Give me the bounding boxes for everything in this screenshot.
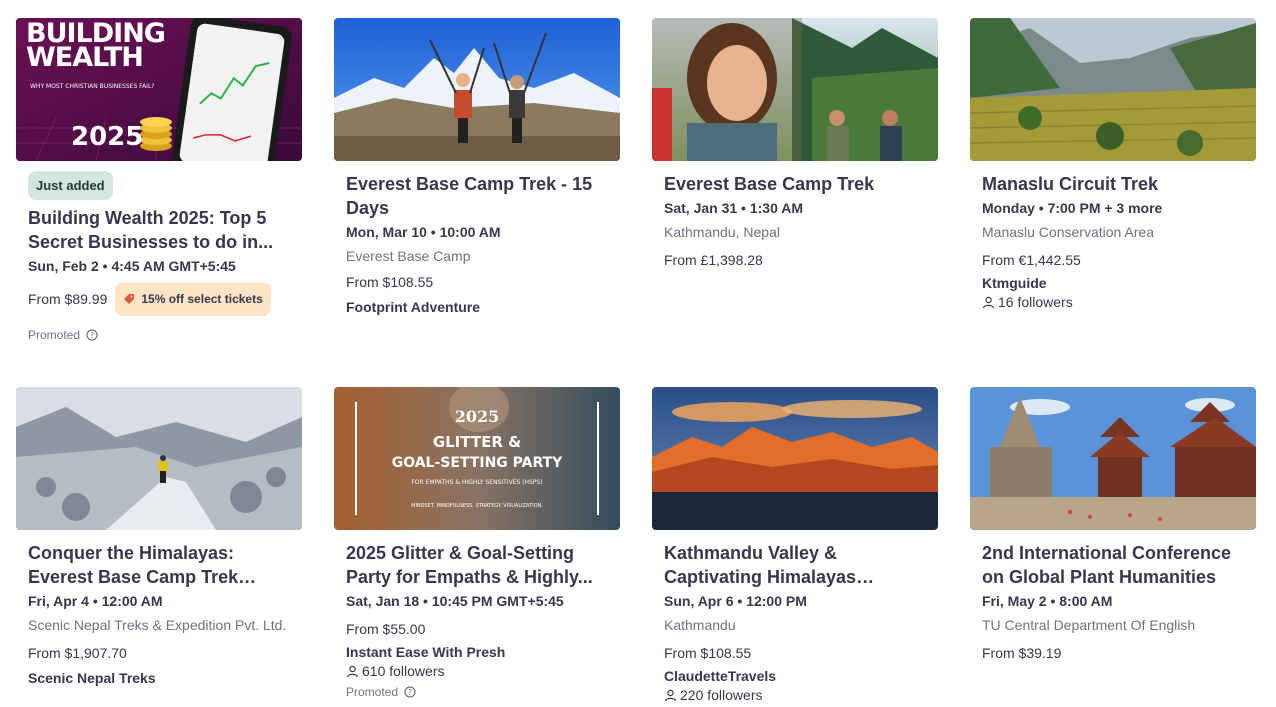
event-location: Manaslu Conservation Area [982, 224, 1154, 240]
event-title[interactable]: Everest Base Camp Trek - 15 Days [346, 172, 608, 220]
event-card[interactable]: 2025 GLITTER & GOAL-SETTING PARTY FOR EM… [334, 387, 620, 699]
image-footer: MINDSET. MINDFULNESS. STRATEGY. VISUALIZ… [411, 503, 543, 509]
event-price: From £1,398.28 [664, 252, 763, 268]
followers-count: 610 followers [362, 663, 445, 679]
person-icon [982, 296, 995, 308]
promoted-label: Promoted ? [28, 328, 290, 342]
event-image[interactable] [16, 387, 302, 530]
trekkers-mountain-photo [334, 18, 620, 161]
event-image[interactable] [652, 387, 938, 530]
himalaya-sunset-photo [652, 387, 938, 530]
promoted-text: Promoted [346, 685, 399, 699]
event-image[interactable]: BUILDING WEALTH WHY MOST CHRISTIAN BUSIN… [16, 18, 302, 161]
discount-tag: 15% off select tickets [115, 282, 271, 316]
event-price: From $108.55 [346, 274, 434, 290]
event-title[interactable]: Everest Base Camp Trek [664, 172, 926, 196]
promoted-label: Promoted ? [346, 685, 608, 699]
tag-icon [124, 294, 135, 304]
info-icon[interactable]: ? [86, 329, 98, 341]
followers-row: 220 followers [664, 685, 926, 705]
event-title[interactable]: Conquer the Himalayas: Everest Base Camp… [28, 541, 290, 589]
image-subtitle: WHY MOST CHRISTIAN BUSINESSES FAIL? [30, 83, 155, 90]
event-image[interactable]: 2025 GLITTER & GOAL-SETTING PARTY FOR EM… [334, 387, 620, 530]
image-year: 2025 [71, 122, 144, 152]
image-year: 2025 [454, 407, 500, 426]
event-date: Fri, May 2 • 8:00 AM [982, 593, 1113, 609]
event-card[interactable]: BUILDING WEALTH WHY MOST CHRISTIAN BUSIN… [16, 18, 302, 342]
just-added-badge: Just added [28, 171, 113, 200]
event-price-row: From $89.99 15% off select tickets [28, 282, 290, 316]
manaslu-valley-photo [970, 18, 1256, 161]
followers-count: 16 followers [998, 294, 1073, 310]
event-image[interactable] [652, 18, 938, 161]
info-icon[interactable]: ? [404, 686, 416, 698]
event-title[interactable]: 2nd International Conference on Global P… [982, 541, 1244, 589]
person-icon [346, 665, 359, 677]
organizer-name[interactable]: Scenic Nepal Treks [28, 669, 290, 687]
discount-text: 15% off select tickets [141, 292, 263, 306]
person-icon [664, 689, 677, 701]
svg-text:?: ? [408, 688, 412, 697]
smiling-hiker-photo [652, 18, 938, 161]
event-price: From $1,907.70 [28, 645, 127, 661]
event-card[interactable]: Conquer the Himalayas: Everest Base Camp… [16, 387, 302, 687]
organizer-name[interactable]: Footprint Adventure [346, 298, 608, 316]
event-date: Mon, Mar 10 • 10:00 AM [346, 224, 501, 240]
followers-count: 220 followers [680, 687, 763, 703]
event-date: Monday • 7:00 PM + 3 more [982, 200, 1163, 216]
event-title[interactable]: Manaslu Circuit Trek [982, 172, 1244, 196]
image-title-line2: WEALTH [26, 42, 144, 73]
organizer-name[interactable]: Instant Ease With Presh [346, 643, 608, 661]
event-location: Scenic Nepal Treks & Expedition Pvt. Ltd… [28, 617, 287, 633]
event-card[interactable]: 2nd International Conference on Global P… [970, 387, 1256, 663]
event-price: From $55.00 [346, 621, 426, 637]
event-title[interactable]: 2025 Glitter & Goal-Setting Party for Em… [346, 541, 608, 589]
event-location: TU Central Department Of English [982, 617, 1196, 633]
event-card[interactable]: Everest Base Camp Trek - 15 Days Mon, Ma… [334, 18, 620, 316]
event-price: From $89.99 [28, 291, 108, 307]
event-card[interactable]: Manaslu Circuit Trek Monday • 7:00 PM + … [970, 18, 1256, 312]
event-image[interactable] [970, 387, 1256, 530]
image-subtitle: FOR EMPATHS & HIGHLY SENSITIVES (HSPS) [411, 479, 543, 486]
event-card[interactable]: Everest Base Camp Trek Sat, Jan 31 • 1:3… [652, 18, 938, 270]
image-title-line1: GLITTER & [432, 433, 522, 451]
event-price: From €1,442.55 [982, 252, 1081, 268]
organizer-name[interactable]: Ktmguide [982, 274, 1244, 292]
event-title[interactable]: Building Wealth 2025: Top 5 Secret Busin… [28, 206, 290, 254]
promoted-text: Promoted [28, 328, 81, 342]
event-title[interactable]: Kathmandu Valley & Captivating Himalayas… [664, 541, 926, 589]
event-date: Sun, Apr 6 • 12:00 PM [664, 593, 807, 609]
event-date: Fri, Apr 4 • 12:00 AM [28, 593, 163, 609]
event-card[interactable]: Kathmandu Valley & Captivating Himalayas… [652, 387, 938, 705]
event-image[interactable] [334, 18, 620, 161]
temple-square-photo [970, 387, 1256, 530]
event-date: Sun, Feb 2 • 4:45 AM GMT+5:45 [28, 258, 236, 274]
event-location: Kathmandu, Nepal [664, 224, 780, 240]
snowy-trail-photo [16, 387, 302, 530]
event-price: From $39.19 [982, 645, 1062, 661]
followers-row: 16 followers [982, 292, 1244, 312]
event-date: Sat, Jan 18 • 10:45 PM GMT+5:45 [346, 593, 564, 609]
event-location: Kathmandu [664, 617, 736, 633]
event-location: Everest Base Camp [346, 248, 471, 264]
followers-row: 610 followers [346, 661, 608, 681]
event-image[interactable] [970, 18, 1256, 161]
organizer-name[interactable]: ClaudetteTravels [664, 667, 926, 685]
event-date: Sat, Jan 31 • 1:30 AM [664, 200, 803, 216]
event-price: From $108.55 [664, 645, 752, 661]
image-title-line2: GOAL-SETTING PARTY [391, 455, 563, 471]
svg-text:?: ? [90, 331, 94, 340]
